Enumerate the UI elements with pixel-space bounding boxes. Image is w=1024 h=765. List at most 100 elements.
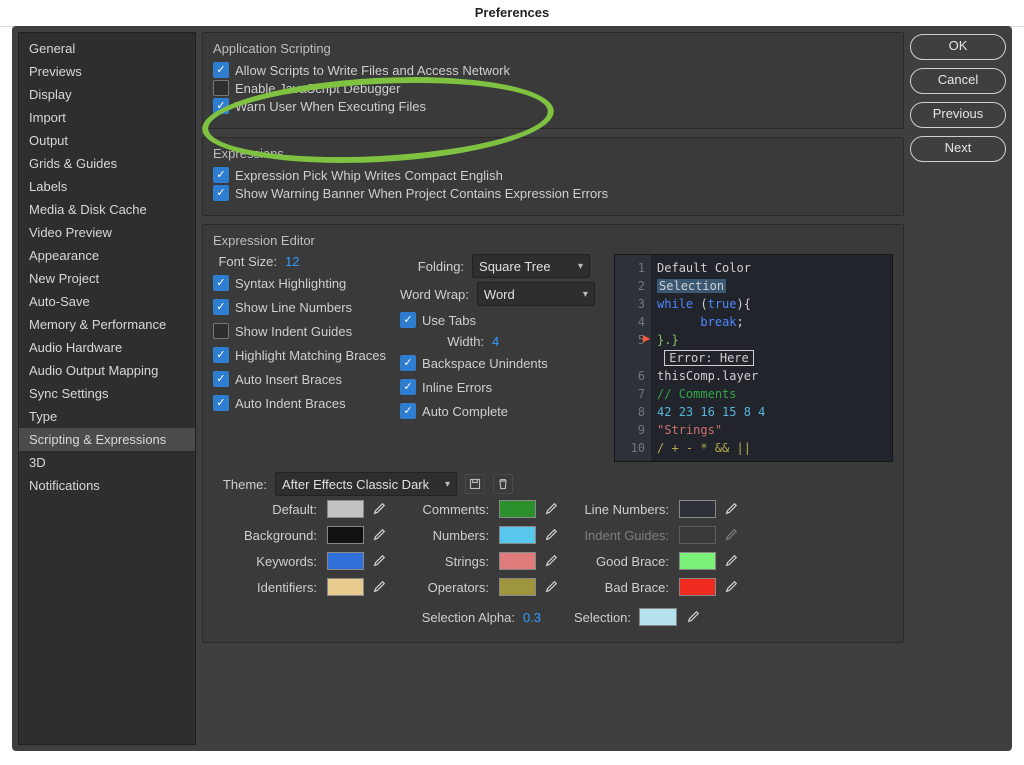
label: Enable JavaScript Debugger [235,81,401,96]
eyedropper-icon[interactable] [372,579,387,595]
panel-title: Expression Editor [213,233,893,248]
error-marker-icon: ▶ [643,329,650,347]
label: Auto Insert Braces [235,372,342,387]
save-theme-icon[interactable] [465,474,485,494]
swatch-line-numbers[interactable] [679,500,716,518]
tab-width-value[interactable]: 4 [492,334,499,349]
label: Auto Complete [422,404,508,419]
swatch-good-brace[interactable] [679,552,716,570]
select-folding[interactable]: Square Tree▾ [472,254,590,278]
label-folding: Folding: [400,259,464,274]
label: Syntax Highlighting [235,276,346,291]
swatch-bad-brace[interactable] [679,578,716,596]
swatch-indent-guides [679,526,716,544]
eyedropper-icon[interactable] [724,579,739,595]
label-numbers: Numbers: [397,528,489,543]
eyedropper-icon[interactable] [685,609,701,625]
eyedropper-icon[interactable] [724,501,739,517]
next-button[interactable]: Next [910,136,1006,162]
label-good-brace: Good Brace: [569,554,669,569]
label-default: Default: [213,502,317,517]
select-wordwrap[interactable]: Word▾ [477,282,595,306]
label: Backspace Unindents [422,356,548,371]
label: Show Line Numbers [235,300,352,315]
sidebar-item-3d[interactable]: 3D [19,451,195,474]
panel-expressions: Expressions ✓Expression Pick Whip Writes… [202,137,904,216]
label-width: Width: [400,334,484,349]
checkbox-auto-complete[interactable]: ✓ [400,403,416,419]
sidebar-item-type[interactable]: Type [19,405,195,428]
sidebar-item-media[interactable]: Media & Disk Cache [19,198,195,221]
checkbox-highlight-braces[interactable]: ✓ [213,347,229,363]
swatch-operators[interactable] [499,578,536,596]
sidebar-item-grids[interactable]: Grids & Guides [19,152,195,175]
sidebar-item-display[interactable]: Display [19,83,195,106]
panel-application-scripting: Application Scripting ✓Allow Scripts to … [202,32,904,129]
checkbox-warn-exec[interactable]: ✓ [213,98,229,114]
eyedropper-icon[interactable] [372,553,387,569]
eyedropper-icon[interactable] [372,501,387,517]
checkbox-inline-errors[interactable]: ✓ [400,379,416,395]
checkbox-use-tabs[interactable]: ✓ [400,312,416,328]
label-theme: Theme: [213,477,267,492]
label-wordwrap: Word Wrap: [400,287,469,302]
sidebar-item-audio-hw[interactable]: Audio Hardware [19,336,195,359]
previous-button[interactable]: Previous [910,102,1006,128]
code: ▶Default Color Selection while (true){ b… [651,255,892,461]
sidebar-item-video[interactable]: Video Preview [19,221,195,244]
sidebar-item-new-project[interactable]: New Project [19,267,195,290]
label: Show Indent Guides [235,324,352,339]
checkbox-allow-scripts[interactable]: ✓ [213,62,229,78]
sidebar-item-output[interactable]: Output [19,129,195,152]
checkbox-line-numbers[interactable]: ✓ [213,299,229,315]
label-selection-alpha: Selection Alpha: [405,610,515,625]
sidebar-item-scripting[interactable]: Scripting & Expressions [19,428,195,451]
label: Auto Indent Braces [235,396,346,411]
checkbox-backspace-unindent[interactable]: ✓ [400,355,416,371]
sidebar-item-import[interactable]: Import [19,106,195,129]
checkbox-syntax-hl[interactable]: ✓ [213,275,229,291]
selection-alpha-value[interactable]: 0.3 [523,610,541,625]
ok-button[interactable]: OK [910,34,1006,60]
swatch-background[interactable] [327,526,364,544]
sidebar-item-memory[interactable]: Memory & Performance [19,313,195,336]
font-size-value[interactable]: 12 [285,254,299,269]
sidebar-item-sync[interactable]: Sync Settings [19,382,195,405]
cancel-button[interactable]: Cancel [910,68,1006,94]
eyedropper-icon[interactable] [544,527,559,543]
swatch-identifiers[interactable] [327,578,364,596]
label: Use Tabs [422,313,476,328]
window-title: Preferences [0,0,1024,27]
eyedropper-icon[interactable] [372,527,387,543]
sidebar-item-appearance[interactable]: Appearance [19,244,195,267]
select-theme[interactable]: After Effects Classic Dark▾ [275,472,457,496]
eyedropper-icon[interactable] [724,553,739,569]
label-line-numbers: Line Numbers: [569,502,669,517]
swatch-comments[interactable] [499,500,536,518]
swatch-numbers[interactable] [499,526,536,544]
checkbox-indent-guides[interactable] [213,323,229,339]
label-keywords: Keywords: [213,554,317,569]
checkbox-warn-banner[interactable]: ✓ [213,185,229,201]
gutter: 12345678910 [615,255,651,461]
sidebar-item-general[interactable]: General [19,37,195,60]
checkbox-enable-debugger[interactable] [213,80,229,96]
swatch-strings[interactable] [499,552,536,570]
checkbox-pickwhip[interactable]: ✓ [213,167,229,183]
sidebar-item-notifications[interactable]: Notifications [19,474,195,497]
swatch-default[interactable] [327,500,364,518]
sidebar-item-audio-out[interactable]: Audio Output Mapping [19,359,195,382]
sidebar-item-autosave[interactable]: Auto-Save [19,290,195,313]
eyedropper-icon[interactable] [544,501,559,517]
swatch-selection[interactable] [639,608,677,626]
sidebar-item-labels[interactable]: Labels [19,175,195,198]
checkbox-auto-indent-braces[interactable]: ✓ [213,395,229,411]
swatch-keywords[interactable] [327,552,364,570]
sidebar-item-previews[interactable]: Previews [19,60,195,83]
eyedropper-icon[interactable] [544,553,559,569]
checkbox-auto-insert-braces[interactable]: ✓ [213,371,229,387]
delete-theme-icon[interactable] [493,474,513,494]
eyedropper-icon[interactable] [544,579,559,595]
label-selection: Selection: [561,610,631,625]
code-preview: 12345678910 ▶Default Color Selection whi… [614,254,893,462]
